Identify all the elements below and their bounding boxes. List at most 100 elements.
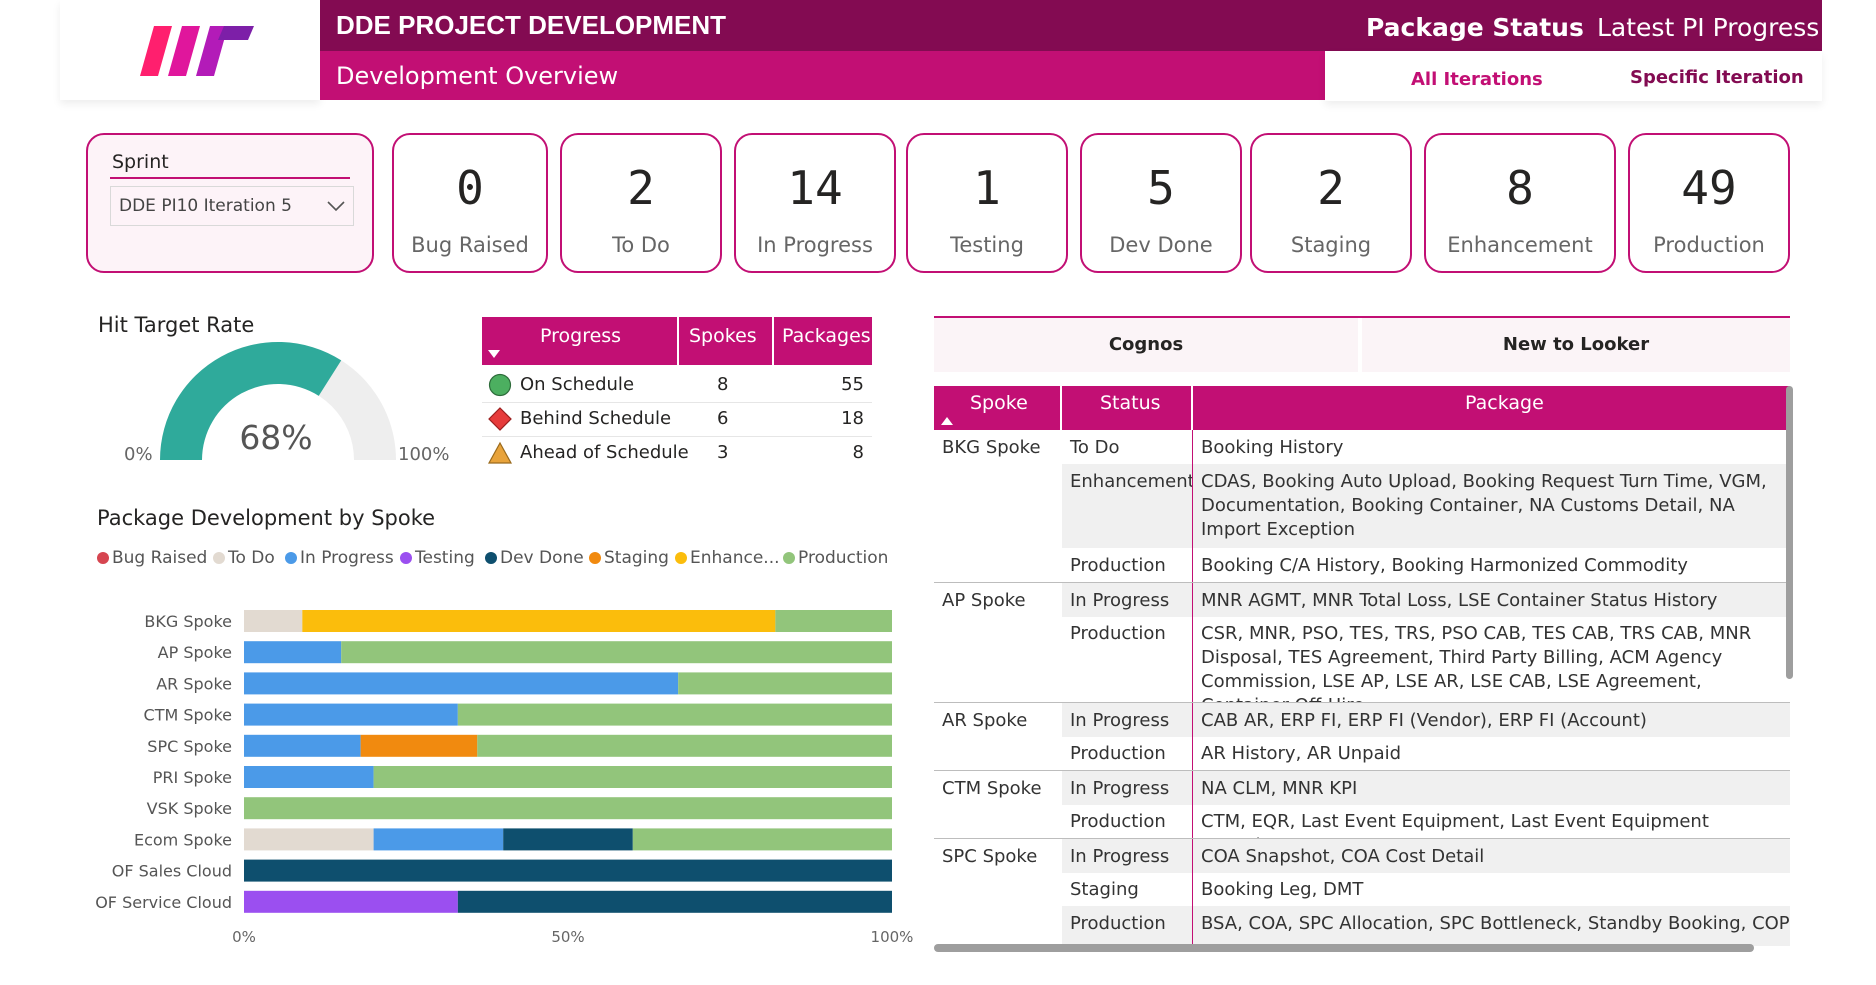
legend-item[interactable]: To Do — [213, 548, 275, 568]
sprint-slicer: Sprint DDE PI10 Iteration 5 — [86, 133, 374, 273]
cell-package: NA CLM, MNR KPI — [1192, 771, 1790, 805]
kpi-card-staging: 2 Staging — [1250, 133, 1412, 273]
page-title: DDE PROJECT DEVELOPMENT — [336, 10, 727, 40]
page-subtitle: Development Overview — [336, 62, 619, 90]
column-header-label: Spokes — [689, 325, 757, 347]
cell-package: Booking Leg, DMT — [1192, 872, 1790, 906]
tab-all-iterations[interactable]: All Iterations — [1411, 69, 1543, 90]
legend-label: Dev Done — [500, 548, 584, 568]
bar-segment[interactable] — [341, 641, 892, 664]
bar-segment[interactable] — [503, 828, 633, 851]
tab-specific-iteration[interactable]: Specific Iteration — [1630, 67, 1804, 88]
cell-spoke: AR Spoke — [942, 710, 1028, 731]
bar-segment[interactable] — [244, 641, 342, 664]
spokes-count: 3 — [717, 442, 729, 463]
bar-segment[interactable] — [244, 828, 374, 851]
bar-segment[interactable] — [302, 610, 776, 632]
bar-segment[interactable] — [477, 734, 892, 757]
cell-status: In Progress — [1062, 703, 1192, 737]
column-header-spoke[interactable]: Spoke — [934, 386, 1060, 430]
column-header-label: Package — [1465, 392, 1544, 414]
legend-item[interactable]: In Progress — [285, 548, 394, 568]
bar-segment[interactable] — [244, 859, 892, 882]
table-row: Behind Schedule 6 18 — [482, 402, 872, 437]
header-bar: DDE PROJECT DEVELOPMENT Package Status L… — [320, 0, 1822, 51]
table-row: Production Booking C/A History, Booking … — [934, 548, 1790, 582]
kpi-value: 8 — [1506, 161, 1534, 215]
category-label: BKG Spoke — [144, 612, 232, 631]
column-header-package[interactable]: Package — [1193, 386, 1790, 430]
bar-segment[interactable] — [775, 610, 892, 632]
table-row: AR Spoke In Progress CAB AR, ERP FI, ERP… — [934, 702, 1790, 737]
category-label: AP Spoke — [158, 643, 232, 662]
cell-spoke: CTM Spoke — [942, 778, 1042, 799]
bar-segment[interactable] — [244, 734, 361, 757]
column-header-packages[interactable]: Packages — [774, 317, 872, 365]
table-row: SPC Spoke In Progress COA Snapshot, COA … — [934, 838, 1790, 873]
column-header-status[interactable]: Status — [1062, 386, 1191, 430]
bar-segment[interactable] — [244, 610, 303, 632]
bar-segment[interactable] — [457, 890, 892, 913]
legend-item[interactable]: Staging — [589, 548, 669, 568]
table-row: CTM Spoke In Progress NA CLM, MNR KPI — [934, 770, 1790, 805]
column-header-label: Spoke — [970, 392, 1028, 414]
spokes-count: 8 — [717, 374, 729, 395]
bar-segment[interactable] — [360, 734, 478, 757]
horizontal-scrollbar[interactable] — [934, 944, 1754, 952]
cell-status: Production — [1070, 811, 1166, 832]
orange-triangle-icon — [487, 441, 513, 464]
vertical-scrollbar[interactable] — [1786, 386, 1793, 679]
bar-segment[interactable] — [244, 766, 374, 788]
bar-segment[interactable] — [632, 828, 892, 851]
cell-package: Booking History — [1192, 430, 1790, 464]
chart-title: Package Development by Spoke — [97, 506, 436, 530]
cell-status: Production — [1070, 743, 1166, 764]
table-row: Enhancement CDAS, Booking Auto Upload, B… — [934, 464, 1790, 548]
legend-label: In Progress — [300, 548, 394, 568]
kpi-card-production: 49 Production — [1628, 133, 1790, 273]
progress-label: On Schedule — [520, 374, 635, 395]
bar-segment[interactable] — [244, 797, 892, 820]
cell-status: Enhancement — [1062, 464, 1195, 548]
column-header-label: Progress — [540, 325, 622, 347]
column-header-progress[interactable]: Progress — [482, 317, 677, 365]
legend-swatch — [485, 552, 497, 564]
legend-item[interactable]: Bug Raised — [97, 548, 207, 568]
gauge-max-label: 100% — [398, 444, 450, 465]
bar-segment[interactable] — [244, 672, 679, 695]
kpi-value: 49 — [1681, 161, 1737, 215]
red-diamond-icon — [488, 407, 512, 431]
new-to-looker-button[interactable]: New to Looker — [1362, 318, 1790, 372]
cell-status: In Progress — [1062, 583, 1192, 617]
cell-package: CDAS, Booking Auto Upload, Booking Reque… — [1192, 464, 1790, 548]
legend-label: To Do — [228, 548, 275, 568]
legend-item[interactable]: Production — [783, 548, 888, 568]
nav-package-status[interactable]: Package Status — [1366, 13, 1584, 42]
column-header-spokes[interactable]: Spokes — [679, 317, 772, 365]
cognos-button[interactable]: Cognos — [934, 318, 1358, 372]
table-row: Production CTM, EQR, Last Event Equipmen… — [934, 804, 1790, 838]
legend-item[interactable]: Testing — [400, 548, 475, 568]
kpi-card-bug-raised: 0 Bug Raised — [392, 133, 548, 273]
bar-segment[interactable] — [244, 703, 458, 726]
bar-segment[interactable] — [244, 890, 458, 913]
cell-spoke: BKG Spoke — [942, 437, 1041, 458]
bar-segment[interactable] — [678, 672, 892, 695]
bar-segment[interactable] — [373, 828, 504, 851]
sprint-dropdown[interactable]: DDE PI10 Iteration 5 — [110, 186, 354, 226]
legend-swatch — [675, 552, 687, 564]
legend-swatch — [400, 552, 412, 564]
logo-area — [60, 0, 320, 100]
kpi-value: 2 — [627, 161, 655, 215]
legend-item[interactable]: Enhance... — [675, 548, 780, 568]
table-row: On Schedule 8 55 — [482, 368, 872, 403]
legend-item[interactable]: Dev Done — [485, 548, 584, 568]
cell-package: CTM, EQR, Last Event Equipment, Last Eve… — [1192, 804, 1790, 838]
sort-desc-icon — [488, 350, 500, 358]
bar-segment[interactable] — [457, 703, 892, 726]
bar-segment[interactable] — [373, 766, 893, 788]
cell-status: In Progress — [1062, 839, 1192, 873]
cell-status: In Progress — [1062, 771, 1192, 805]
nav-latest-pi-progress[interactable]: Latest PI Progress — [1597, 13, 1819, 42]
chart-bars — [244, 610, 893, 913]
